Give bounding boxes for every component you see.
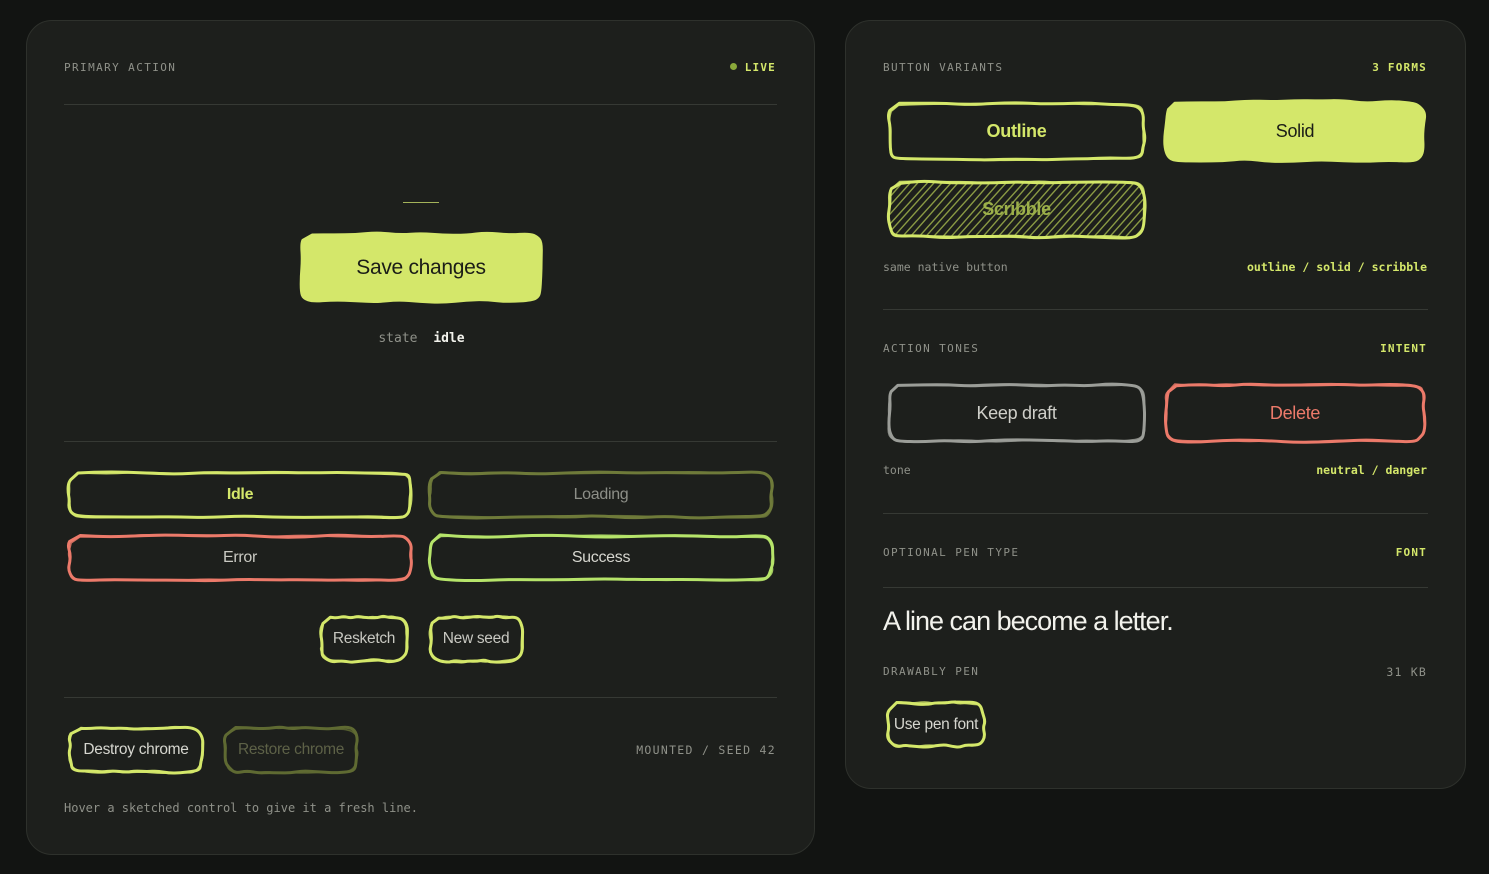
state-readout: state idle [27, 331, 816, 346]
hover-hint: Hover a sketched control to give it a fr… [64, 801, 419, 815]
accent-dash [403, 202, 439, 203]
forms-count-tag: 3 FORMS [1372, 61, 1427, 74]
live-dot-icon [729, 63, 737, 70]
action-tones-label: ACTION TONES [883, 342, 980, 355]
solid-variant-button[interactable]: Solid [1163, 99, 1427, 163]
keep-draft-button[interactable]: Keep draft [887, 382, 1147, 444]
variants-caption: same native button [883, 260, 1008, 274]
variants-panel: BUTTON VARIANTS 3 FORMS Outline Solid Sc… [845, 20, 1466, 789]
pen-font-name: DRAWABLY PEN [883, 665, 980, 678]
state-label: state [378, 331, 418, 346]
pen-font-size: 31 KB [1386, 665, 1427, 679]
resketch-button[interactable]: Resketch [319, 614, 409, 664]
tone-caption: tone [883, 463, 911, 477]
loading-state-button[interactable]: Loading [427, 470, 774, 520]
intent-tag: INTENT [1380, 342, 1427, 355]
destroy-chrome-button[interactable]: Destroy chrome [67, 725, 205, 775]
pen-sample-text: A line can become a letter. [883, 606, 1174, 636]
live-label: LIVE [744, 61, 776, 74]
font-tag: FONT [1395, 546, 1427, 559]
divider [64, 104, 777, 105]
primary-action-panel: PRIMARY ACTION LIVE Save changes state i… [26, 20, 815, 855]
state-value: idle [433, 331, 465, 346]
idle-state-button[interactable]: Idle [66, 470, 413, 520]
divider [883, 513, 1428, 514]
live-status: LIVE [729, 61, 776, 74]
error-state-button[interactable]: Error [66, 533, 413, 583]
mounted-seed-status: MOUNTED / SEED 42 [636, 743, 776, 757]
delete-button[interactable]: Delete [1163, 382, 1427, 444]
new-seed-button[interactable]: New seed [428, 614, 525, 664]
variants-list: outline / solid / scribble [1246, 260, 1427, 274]
success-state-button[interactable]: Success [427, 533, 775, 583]
divider [64, 697, 777, 698]
divider [64, 441, 777, 442]
pen-type-label: OPTIONAL PEN TYPE [883, 546, 1020, 559]
save-changes-button[interactable]: Save changes [299, 231, 543, 304]
primary-action-label: PRIMARY ACTION [64, 61, 177, 74]
use-pen-font-button[interactable]: Use pen font [885, 700, 987, 749]
scribble-variant-button[interactable]: Scribble [886, 179, 1147, 240]
divider [883, 587, 1428, 588]
tone-list: neutral / danger [1316, 463, 1427, 477]
outline-variant-button[interactable]: Outline [887, 101, 1147, 162]
restore-chrome-button[interactable]: Restore chrome [222, 725, 359, 775]
button-variants-label: BUTTON VARIANTS [883, 61, 1004, 74]
divider [883, 309, 1428, 310]
